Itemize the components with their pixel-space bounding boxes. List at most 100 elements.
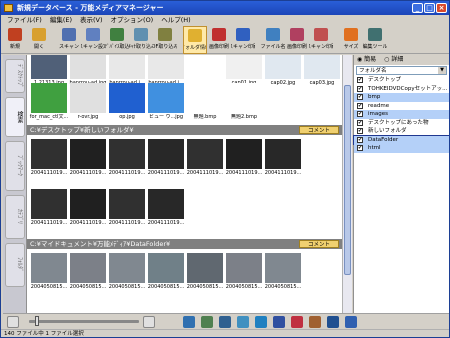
menu-options[interactable]: オプション(O) [107, 15, 158, 26]
menu-file[interactable]: ファイル(F) [3, 15, 46, 26]
toolbar-button-11[interactable]: 画像印刷 [285, 26, 309, 54]
action-icon[interactable] [237, 316, 249, 328]
folder-list-item[interactable]: ✔ DataFolder [353, 134, 449, 145]
toolbar-button-13[interactable]: サイズ [339, 26, 363, 54]
close-button[interactable]: × [436, 3, 447, 13]
toolbar-button-5[interactable]: ｽｷｬﾅ取り込み [129, 26, 153, 54]
thumbnail[interactable]: 2004111019... [146, 187, 186, 229]
thumbnail[interactable]: cap02.jpg [263, 55, 303, 89]
thumbnail[interactable]: r-ovr.jpg [68, 81, 108, 123]
main-window: 新規データベース - 万能メディアマネージャー _ □ × ファイル(F) 編集… [0, 0, 450, 338]
thumbnail[interactable]: 2004050815... [29, 251, 69, 293]
folder-list-item[interactable]: ✔ html [354, 144, 449, 153]
thumbnail[interactable]: ビュー ウ...jpg [146, 81, 186, 123]
thumbnail-image [148, 55, 184, 79]
thumbnail[interactable]: 2004050815... [146, 251, 186, 293]
folder-list-item[interactable]: ✔ 新しいフォルダ [354, 127, 449, 136]
thumbnail[interactable]: 2004111019... [29, 187, 69, 229]
tab-search[interactable]: 検索 [5, 97, 25, 137]
checkbox[interactable]: ✔ [357, 136, 363, 143]
chevron-down-icon[interactable]: ▼ [438, 67, 446, 74]
menu-help[interactable]: ヘルプ(H) [157, 15, 194, 26]
thumbnail-caption: ビュー ウ...jpg [148, 114, 184, 120]
checkbox[interactable]: ✔ [357, 77, 363, 83]
thumbnail[interactable]: 2004111019... [185, 137, 225, 179]
checkbox[interactable]: ✔ [357, 111, 363, 117]
thumbnail[interactable]: 無題.bmp [185, 81, 225, 123]
comment-button[interactable]: コメント [299, 126, 339, 134]
thumbnail[interactable]: 2004111019... [68, 137, 108, 179]
checkbox[interactable]: ✔ [357, 94, 363, 100]
checkbox[interactable]: ✔ [357, 85, 363, 92]
zoom-in-icon[interactable] [143, 316, 155, 328]
action-icon[interactable] [183, 316, 195, 328]
toolbar-button-10[interactable]: ファイル名 [261, 26, 285, 54]
thumbnail[interactable]: 2004111019... [107, 137, 147, 179]
toolbar-button-8[interactable]: 画像印刷 [207, 26, 231, 54]
checkbox[interactable]: ✔ [357, 102, 363, 109]
thumbnail-size-slider[interactable] [29, 320, 139, 323]
sort-select[interactable]: フォルダ名 ▼ [356, 66, 447, 75]
thumbnail-image [70, 253, 106, 283]
radio-simple[interactable]: ◉ 簡易 [357, 55, 376, 65]
checkbox[interactable]: ✔ [357, 128, 363, 134]
toolbar-button-3[interactable]: スキャン設定 [81, 26, 105, 54]
action-icon[interactable] [309, 316, 321, 328]
folder-list-item[interactable]: ✔ bmp [354, 93, 449, 102]
thumbnail[interactable]: 2004050815... [68, 251, 108, 293]
menu-edit[interactable]: 編集(E) [46, 15, 76, 26]
thumbnail[interactable]: 2004050815... [185, 251, 225, 293]
toolbar-button-6[interactable]: DF取り込み [153, 26, 177, 54]
action-icon[interactable] [219, 316, 231, 328]
toolbar-button-4[interactable]: ﾃﾞﾊﾞｲｽ取込 [105, 26, 129, 54]
menu-view[interactable]: 表示(V) [76, 15, 107, 26]
action-icon[interactable] [201, 316, 213, 328]
toolbar-button-12[interactable]: スキャン印刷 [309, 26, 333, 54]
thumbnail[interactable]: 2004050815... [224, 251, 264, 293]
thumbnail[interactable]: 2004111019... [224, 137, 264, 179]
tab-category[interactable]: ｶﾃｺﾞﾘ [5, 195, 25, 239]
action-icon[interactable] [345, 316, 357, 328]
action-icon[interactable] [327, 316, 339, 328]
thumbnail[interactable]: op.jpg [107, 81, 147, 123]
tab-desktop[interactable]: ﾃﾞｽｸﾄｯﾌﾟ [5, 59, 25, 93]
thumbnail[interactable]: 2004050815... [263, 251, 303, 293]
folder-list-item[interactable]: ✔ デスクトップ [354, 76, 449, 85]
folder-list-item[interactable]: ✔ readme [354, 102, 449, 111]
toolbar-button-1[interactable]: 開く [27, 26, 51, 54]
toolbar-button-9[interactable]: スキャン印刷 [231, 26, 255, 54]
action-icon[interactable] [291, 316, 303, 328]
thumbnail[interactable]: for_mac_ctl文... [29, 81, 69, 123]
action-icon[interactable] [255, 316, 267, 328]
thumbnail[interactable]: 2004111019... [107, 187, 147, 229]
thumbnail[interactable]: 2004050815... [107, 251, 147, 293]
thumbnail-image [109, 189, 145, 219]
slider-thumb[interactable] [35, 316, 39, 326]
thumbnail[interactable]: 2004111019... [146, 137, 186, 179]
thumbnail[interactable]: 無題2.bmp [224, 81, 264, 123]
checkbox[interactable]: ✔ [357, 145, 363, 151]
toolbar-button-2[interactable]: スキャン [57, 26, 81, 54]
vertical-scrollbar[interactable] [342, 55, 352, 313]
minimize-button[interactable]: _ [412, 3, 423, 13]
scroll-thumb[interactable] [344, 85, 351, 275]
folder-list-item[interactable]: ✔ TOHKEIDVDCopyセットアッ... [354, 85, 449, 94]
tab-folder[interactable]: ﾌｫﾙﾀﾞ [5, 243, 25, 287]
action-icon[interactable] [273, 316, 285, 328]
zoom-out-icon[interactable] [7, 316, 19, 328]
thumbnail[interactable]: 2004111019... [29, 137, 69, 179]
thumbnail[interactable]: 2004111019... [263, 137, 303, 179]
checkbox[interactable]: ✔ [357, 119, 363, 126]
thumbnail[interactable]: cap03.jpg [302, 55, 342, 89]
toolbar-button-14[interactable]: 編集ツール [363, 26, 387, 54]
toolbar-button-7[interactable]: フォルダ情報 [183, 26, 207, 54]
thumbnail-caption: 2004111019... [108, 170, 146, 176]
folder-list-item[interactable]: ✔ デスクトップにあった物 [354, 119, 449, 128]
folder-list-item[interactable]: ✔ images [354, 110, 449, 119]
thumbnail[interactable]: 2004111019... [68, 187, 108, 229]
comment-button[interactable]: コメント [299, 240, 339, 248]
toolbar-button-0[interactable]: 新規 [3, 26, 27, 54]
radio-detail[interactable]: ○ 詳細 [384, 55, 403, 65]
maximize-button[interactable]: □ [424, 3, 435, 13]
tab-bookmark[interactable]: ﾌﾞｯｸﾏｰｸ [5, 141, 25, 191]
